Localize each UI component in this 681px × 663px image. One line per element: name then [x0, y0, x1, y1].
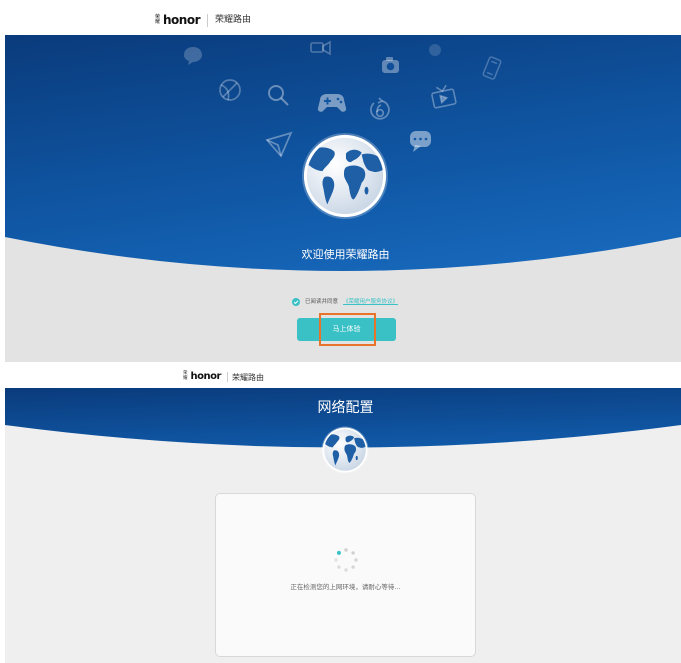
agreement-checkbox[interactable] — [292, 298, 300, 306]
spinner-dot — [344, 548, 348, 552]
loading-spinner-icon — [334, 548, 358, 572]
header-divider — [207, 14, 208, 27]
logo-wordmark: honor — [190, 370, 222, 382]
config-header: 荣耀 honor 荣耀路由 — [5, 365, 681, 388]
logo-cn-mark: 荣耀 — [183, 371, 188, 381]
spinner-dot — [337, 565, 341, 569]
product-name: 荣耀路由 — [215, 15, 252, 25]
logo-wordmark: honor — [163, 13, 201, 27]
logo-cn-mark: 荣耀 — [155, 14, 161, 25]
welcome-title: 欢迎使用荣耀路由 — [301, 248, 390, 261]
honor-logo: 荣耀 honor — [183, 371, 221, 382]
honor-logo: 荣耀 honor — [155, 13, 201, 27]
service-agreement-link[interactable]: 《荣耀用户服务协议》 — [343, 298, 398, 306]
start-experience-button[interactable]: 马上体验 — [297, 318, 396, 341]
spinner-dot-active — [336, 550, 341, 555]
config-title: 网络配置 — [317, 400, 374, 416]
product-name: 荣耀路由 — [232, 373, 264, 382]
network-config-screen: 荣耀 honor 荣耀路由 网络配置 正在检测您的上网环境，请耐心等待... — [5, 365, 681, 663]
status-message: 正在检测您的上网环境，请耐心等待... — [290, 583, 401, 591]
globe-icon — [321, 426, 369, 474]
status-card: 正在检测您的上网环境，请耐心等待... — [215, 493, 476, 657]
welcome-screen: 荣耀 honor 荣耀路由 欢迎使用荣耀路由 已阅读并同意 《荣耀用户服务协议》… — [5, 0, 681, 362]
spinner-dot — [351, 551, 355, 555]
welcome-header: 荣耀 honor 荣耀路由 — [5, 0, 681, 35]
spinner-dot — [344, 568, 348, 572]
globe-icon — [301, 132, 389, 220]
header-divider — [227, 372, 228, 382]
spinner-dot — [334, 558, 338, 562]
agreement-row: 已阅读并同意 《荣耀用户服务协议》 — [292, 297, 398, 307]
spinner-dot — [351, 565, 355, 569]
spinner-dot — [354, 558, 358, 562]
agreement-label: 已阅读并同意 — [305, 299, 339, 305]
